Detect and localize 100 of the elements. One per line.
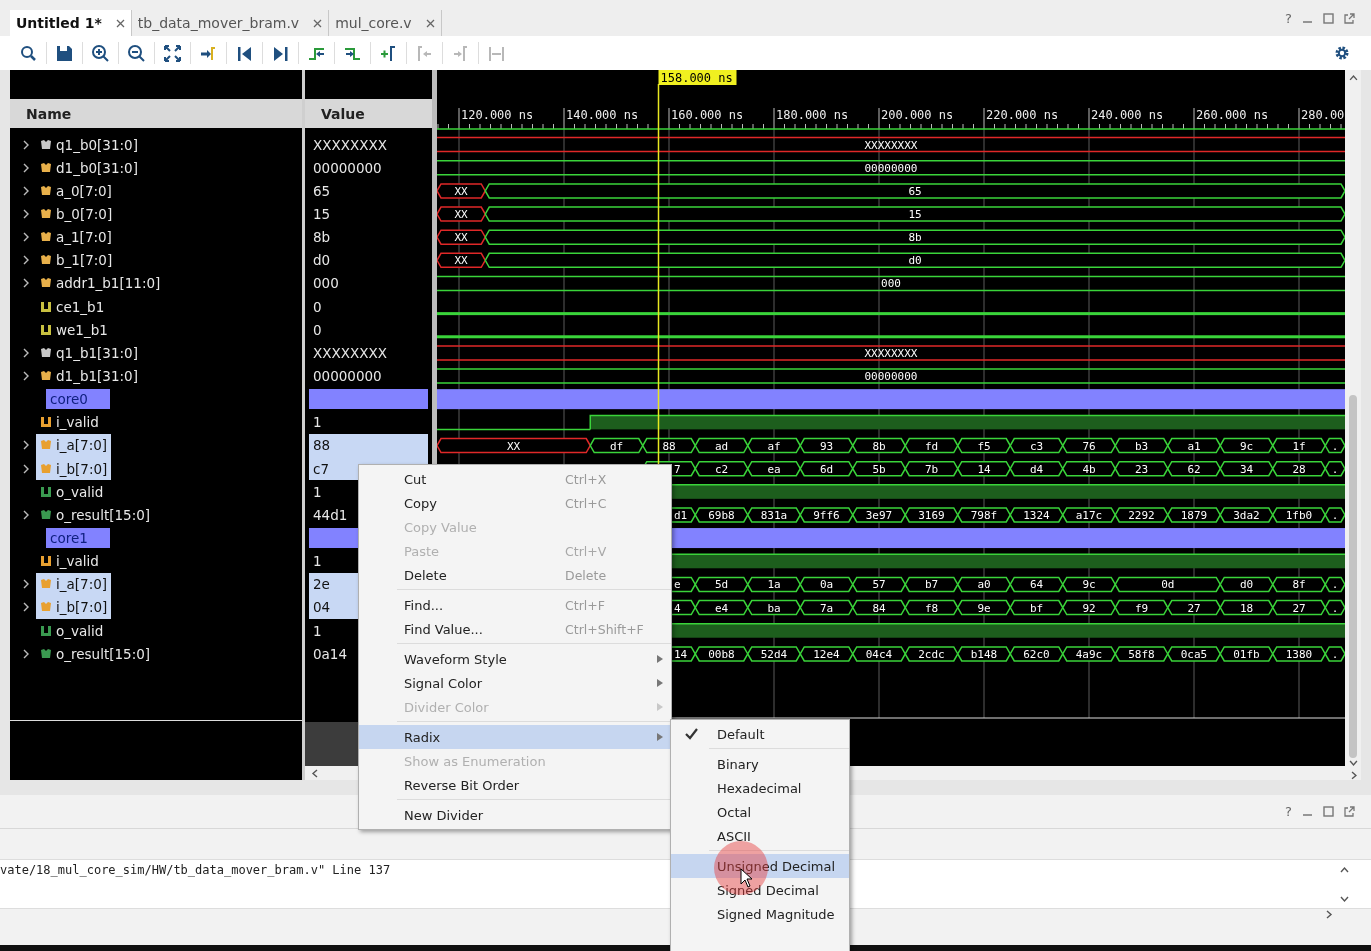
menu-item[interactable]: ASCII xyxy=(671,824,849,848)
signal-name[interactable]: q1_b1[31:0] xyxy=(56,344,138,361)
bus-segment: 69b8 xyxy=(694,507,749,523)
menu-item[interactable]: Binary xyxy=(671,752,849,776)
maximize-icon[interactable] xyxy=(1323,806,1334,817)
expand-icon[interactable] xyxy=(22,162,30,173)
signal-value: 44d1 xyxy=(312,505,349,525)
bus-segment: 2292 xyxy=(1114,507,1169,523)
bus-segment: 64 xyxy=(1009,576,1064,593)
signal-name[interactable]: o_result[15:0] xyxy=(56,506,151,523)
bus-segment: 2cdc xyxy=(904,646,959,662)
expand-icon[interactable] xyxy=(22,232,30,243)
signal-name[interactable]: q1_b0[31:0] xyxy=(56,136,138,153)
time-label: 240.000 ns xyxy=(1091,108,1164,122)
help-icon[interactable]: ? xyxy=(1285,10,1292,26)
signal-name[interactable]: i_valid xyxy=(56,553,99,570)
cursor-time-label[interactable]: 158.000 ns xyxy=(658,70,737,85)
signal-value: 0 xyxy=(312,297,323,317)
zoom-fit-icon[interactable] xyxy=(163,43,182,63)
divider-label[interactable]: core0 xyxy=(46,389,110,410)
bus-segment: XX xyxy=(437,229,487,245)
expand-icon[interactable] xyxy=(22,463,30,474)
menu-item[interactable]: Hexadecimal xyxy=(671,776,849,800)
bus-segment: fd xyxy=(904,437,959,454)
bus-segment: a17c xyxy=(1061,507,1117,523)
time-label: 140.000 ns xyxy=(566,108,639,122)
expand-icon[interactable] xyxy=(22,579,30,590)
expand-icon[interactable] xyxy=(22,509,30,520)
menu-item[interactable]: New Divider xyxy=(359,803,671,827)
close-icon[interactable] xyxy=(313,18,323,28)
save-icon[interactable] xyxy=(55,43,74,63)
bus-segment: 12e4 xyxy=(799,646,854,662)
scroll-up-icon[interactable] xyxy=(1340,866,1349,875)
settings-icon[interactable] xyxy=(1334,45,1350,61)
bus-segment: 1879 xyxy=(1166,507,1222,523)
bus-segment: 3e97 xyxy=(851,507,907,523)
scroll-up-icon[interactable] xyxy=(1348,74,1358,83)
menu-item[interactable]: Unsigned Decimal xyxy=(671,854,849,878)
menu-item[interactable]: Signed Magnitude xyxy=(671,902,849,926)
signal-name[interactable]: addr1_b1[11:0] xyxy=(56,275,161,292)
signal-name[interactable]: d1_b0[31:0] xyxy=(56,159,138,176)
signal-name[interactable]: o_valid xyxy=(56,483,104,500)
expand-icon[interactable] xyxy=(22,648,30,659)
signal-name[interactable]: a_0[7:0] xyxy=(56,182,112,199)
signal-name[interactable]: o_result[15:0] xyxy=(56,645,151,662)
signal-name[interactable]: we1_b1 xyxy=(56,321,108,338)
bus-segment: 7b xyxy=(904,460,959,477)
zoom-out-icon[interactable] xyxy=(127,43,146,63)
expand-icon[interactable] xyxy=(22,370,30,381)
divider-label[interactable]: core1 xyxy=(46,527,110,548)
scrollbar-thumb[interactable] xyxy=(1349,394,1357,759)
signal-name[interactable]: d1_b1[31:0] xyxy=(56,367,138,384)
float-icon[interactable] xyxy=(1344,806,1355,817)
menu-item[interactable]: Octal xyxy=(671,800,849,824)
expand-icon[interactable] xyxy=(22,347,30,358)
expand-icon[interactable] xyxy=(22,602,30,613)
bus-segment: 9e xyxy=(956,599,1012,616)
signal-name[interactable]: ce1_b1 xyxy=(56,298,105,315)
scroll-down-icon[interactable] xyxy=(1348,758,1358,768)
bus-segment: 00000000 xyxy=(437,368,1345,384)
search-icon[interactable] xyxy=(19,43,38,63)
bus-segment: d4 xyxy=(1009,460,1064,477)
expand-icon[interactable] xyxy=(22,185,30,196)
signal-name[interactable]: a_1[7:0] xyxy=(56,229,112,246)
column-header[interactable]: Name xyxy=(10,99,302,128)
menu-item[interactable]: Signed Decimal xyxy=(671,878,849,902)
maximize-icon[interactable] xyxy=(1323,12,1334,24)
expand-icon[interactable] xyxy=(22,278,30,289)
expand-icon[interactable] xyxy=(22,255,30,266)
scroll-right-icon[interactable] xyxy=(1324,910,1333,919)
bus-segment: 62 xyxy=(1166,460,1222,477)
help-icon[interactable]: ? xyxy=(1285,804,1292,819)
bus-segment: 3da2 xyxy=(1219,507,1274,523)
expand-icon[interactable] xyxy=(22,440,30,451)
expand-icon[interactable] xyxy=(22,209,30,219)
signal-name[interactable]: i_valid xyxy=(56,414,99,431)
signal-name[interactable]: b_0[7:0] xyxy=(56,206,113,222)
menu-item[interactable]: Reverse Bit Order xyxy=(359,773,671,797)
bus-segment: 3169 xyxy=(904,507,959,523)
add-marker-icon[interactable] xyxy=(379,43,398,63)
menu-item[interactable]: Radix xyxy=(359,725,671,749)
menu-item[interactable]: Find Value... Ctrl+Shift+F xyxy=(359,617,671,641)
console-text: vate/18_mul_core_sim/HW/tb_data_mover_bram.v" Line 137 xyxy=(0,863,391,877)
editor-tab[interactable]: Untitled 1* xyxy=(10,10,132,36)
float-icon[interactable] xyxy=(1344,12,1355,24)
expand-icon[interactable] xyxy=(22,139,30,150)
zoom-in-icon[interactable] xyxy=(91,43,110,63)
signal-name[interactable]: o_valid xyxy=(56,622,104,639)
signal-value: 8b xyxy=(312,228,332,248)
bus-segment: 01fb xyxy=(1219,646,1274,662)
column-header[interactable]: Value xyxy=(305,99,432,128)
menu-item[interactable]: Default xyxy=(671,722,849,746)
close-icon[interactable] xyxy=(115,18,125,28)
scroll-down-icon[interactable] xyxy=(1340,894,1349,903)
bus-segment: bf xyxy=(1009,599,1064,616)
signal-name[interactable]: b_1[7:0] xyxy=(56,252,113,269)
menu-item[interactable]: Signal Color xyxy=(359,671,671,695)
close-icon[interactable] xyxy=(425,18,435,28)
time-label: 160.000 ns xyxy=(671,108,744,122)
scroll-left-icon[interactable] xyxy=(311,768,320,778)
